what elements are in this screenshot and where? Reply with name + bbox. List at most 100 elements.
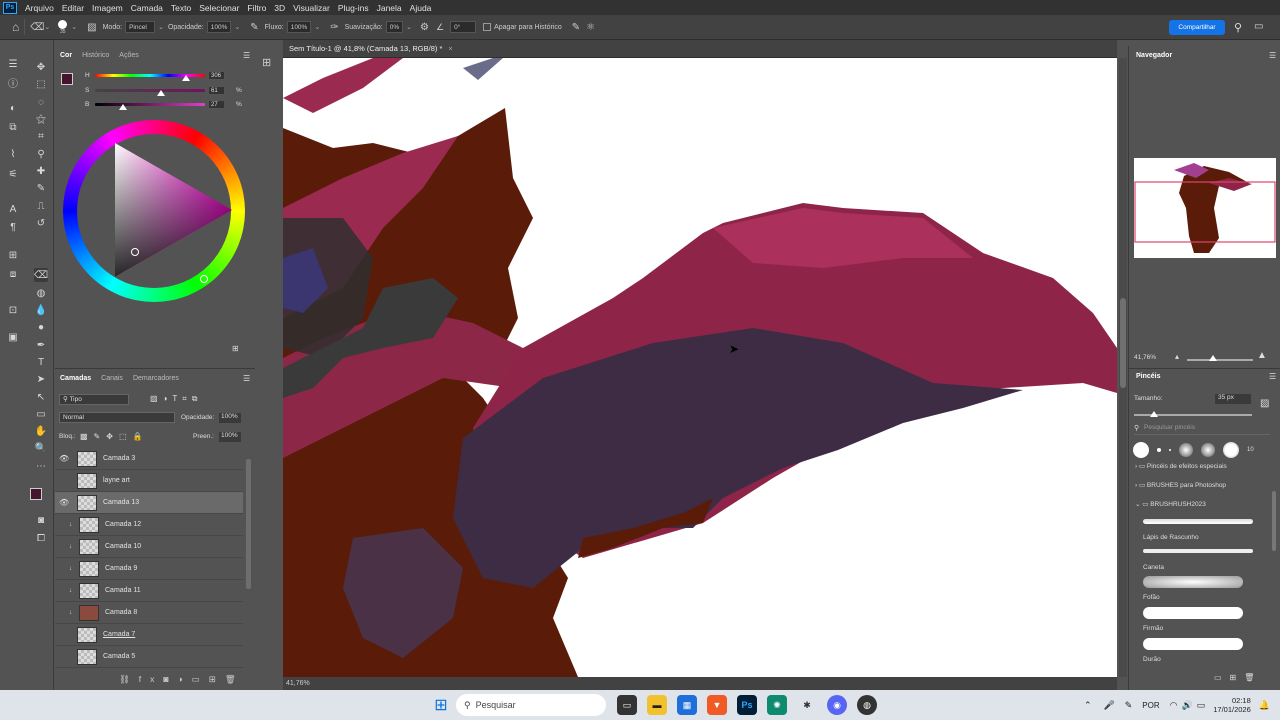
brush-preset-small[interactable]: [1157, 448, 1161, 452]
erase-history-checkbox[interactable]: [483, 23, 492, 31]
paint-bucket-tool-icon[interactable]: ◍: [34, 286, 48, 300]
hue-value[interactable]: 306: [208, 71, 225, 80]
path-selection-tool-icon[interactable]: ➤: [34, 372, 48, 386]
brush-preset-tiny[interactable]: [1169, 449, 1171, 451]
brush-preset-hard[interactable]: [1133, 442, 1149, 458]
history-brush-tool-icon[interactable]: ↺: [34, 216, 48, 230]
saturation-value[interactable]: 61: [208, 86, 225, 95]
color-picker-ring[interactable]: [131, 248, 139, 256]
current-color-swatch[interactable]: [61, 73, 73, 85]
libraries-icon[interactable]: ⊡: [6, 303, 20, 317]
layer-row[interactable]: ↓ Camada 12: [55, 514, 243, 536]
adjust-icon[interactable]: [6, 174, 20, 188]
zoom-status[interactable]: 41,76%: [286, 680, 310, 687]
layer-opacity-field[interactable]: 100%: [219, 413, 241, 423]
foreground-color-swatch[interactable]: [30, 488, 42, 500]
tab-acoes[interactable]: Ações: [119, 52, 138, 59]
zoom-tool-icon[interactable]: 🔍: [34, 441, 48, 455]
expand-icon[interactable]: ⊞: [232, 344, 239, 353]
brightness-thumb[interactable]: [119, 104, 127, 110]
navigator-zoom-slider[interactable]: [1187, 359, 1253, 361]
home-icon[interactable]: ⌂: [12, 20, 19, 34]
lock-icons[interactable]: ▩✎✥⬚🔒: [80, 432, 148, 441]
mode-select[interactable]: Pincel: [125, 21, 156, 33]
marquee-tool-icon[interactable]: ⬚: [34, 77, 48, 91]
pen-tool-icon[interactable]: ✒: [34, 338, 48, 352]
chatgpt-icon[interactable]: ✺: [767, 695, 787, 715]
brush-settings-icon[interactable]: ▨: [87, 22, 96, 33]
brush-search-input[interactable]: Pesquisar pincéis: [1134, 424, 1270, 435]
pressure-opacity-icon[interactable]: ✎: [250, 22, 258, 33]
crop-tool-icon[interactable]: ⌗: [34, 129, 48, 143]
type-tool-icon[interactable]: T: [34, 355, 48, 369]
chrome-icon[interactable]: ◍: [857, 695, 877, 715]
properties-icon[interactable]: ⊞: [6, 248, 20, 262]
menu-arquivo[interactable]: Arquivo: [21, 3, 58, 13]
tab-cor[interactable]: Cor: [60, 52, 72, 59]
visibility-eye-icon[interactable]: 👁: [59, 498, 69, 507]
brush-item[interactable]: Fofão: [1143, 576, 1243, 601]
gear-icon[interactable]: ⚙: [420, 22, 429, 33]
menu-texto[interactable]: Texto: [167, 3, 195, 13]
canvas-vertical-scrollbar[interactable]: [1119, 58, 1127, 677]
menu-ajuda[interactable]: Ajuda: [406, 3, 436, 13]
brush-item[interactable]: Firmão: [1143, 607, 1243, 632]
eraser-tool-icon-active[interactable]: ⌫: [34, 268, 48, 282]
scroll-thumb[interactable]: [1120, 298, 1126, 388]
clock[interactable]: 02:18 17/01/2026: [1213, 696, 1251, 714]
workspace-icon[interactable]: ▭: [1254, 21, 1263, 32]
lasso-tool-icon[interactable]: ◌: [34, 95, 48, 109]
wifi-icon[interactable]: ◠: [1170, 700, 1178, 711]
symmetry-icon[interactable]: ⚛: [586, 22, 595, 33]
layer-row[interactable]: ↓ Camada 11: [55, 580, 243, 602]
layer-row[interactable]: Camada 5: [55, 646, 243, 668]
plugins-icon[interactable]: ▣: [6, 330, 20, 344]
visibility-eye-icon[interactable]: 👁: [59, 454, 69, 463]
layers-scrollbar[interactable]: [246, 459, 251, 589]
battery-icon[interactable]: ▭: [1197, 700, 1206, 711]
microphone-icon[interactable]: 🎤: [1104, 700, 1115, 711]
dodge-tool-icon[interactable]: ●: [34, 320, 48, 334]
brush-presets-row[interactable]: 10: [1133, 441, 1273, 459]
brush-item[interactable]: Durão: [1143, 638, 1243, 663]
brush-item[interactable]: Lápis de Rascunho: [1143, 516, 1253, 541]
notifications-icon[interactable]: 🔔: [1259, 700, 1270, 711]
language-indicator[interactable]: POR: [1142, 701, 1159, 710]
stamp-tool-icon[interactable]: ⎍: [34, 199, 48, 213]
arrange-documents-icon[interactable]: ⊞: [262, 56, 271, 69]
brightness-slider[interactable]: [95, 103, 205, 106]
navigator-zoom[interactable]: 41,76%: [1134, 354, 1156, 361]
screen-mode-icon[interactable]: ⧠: [34, 531, 48, 545]
brushes-scrollbar[interactable]: [1272, 491, 1276, 551]
navigator-preview[interactable]: [1134, 158, 1276, 258]
angle-field[interactable]: 0°: [450, 21, 477, 33]
tab-canais[interactable]: Canais: [101, 375, 123, 382]
taskbar-search[interactable]: ⚲ Pesquisar: [456, 694, 606, 716]
menu-3d[interactable]: 3D: [270, 3, 289, 13]
document-canvas[interactable]: ➤: [283, 58, 1117, 677]
tray-chevron-icon[interactable]: ⌃: [1084, 700, 1092, 711]
blur-tool-icon[interactable]: 💧: [34, 303, 48, 317]
brush-folder-open[interactable]: ⌄ ▭ BRUSHRUSH2023: [1135, 500, 1206, 508]
hand-tool-icon[interactable]: ✋: [34, 424, 48, 438]
brush-tool-icon[interactable]: ✎: [34, 181, 48, 195]
brush-preset-icon[interactable]: 35: [58, 19, 68, 35]
tab-historico[interactable]: Histórico: [82, 52, 109, 59]
zoom-in-icon[interactable]: ▲: [1257, 350, 1267, 361]
layer-row[interactable]: layne art: [55, 470, 243, 492]
healing-tool-icon[interactable]: ✚: [34, 164, 48, 178]
layer-filter-select[interactable]: ⚲ Tipo: [59, 394, 129, 405]
history-icon[interactable]: ⧉: [6, 120, 20, 134]
share-button[interactable]: Compartilhar: [1169, 20, 1225, 35]
brush-panel-bottom-icons[interactable]: ▭⊞🗑: [1214, 673, 1262, 682]
brush-preset-medium[interactable]: [1223, 442, 1239, 458]
eraser-tool-icon[interactable]: ⌫: [30, 22, 44, 33]
magic-wand-tool-icon[interactable]: ⚝: [34, 112, 48, 126]
color-wheel-icon[interactable]: ◐: [6, 101, 20, 115]
hue-picker-ring[interactable]: [200, 275, 208, 283]
airbrush-icon[interactable]: ✑: [330, 22, 338, 33]
menu-camada[interactable]: Camada: [127, 3, 167, 13]
navigator-title[interactable]: Navegador: [1136, 52, 1172, 59]
menu-editar[interactable]: Editar: [58, 3, 88, 13]
move-tool-icon[interactable]: ✥: [34, 60, 48, 74]
